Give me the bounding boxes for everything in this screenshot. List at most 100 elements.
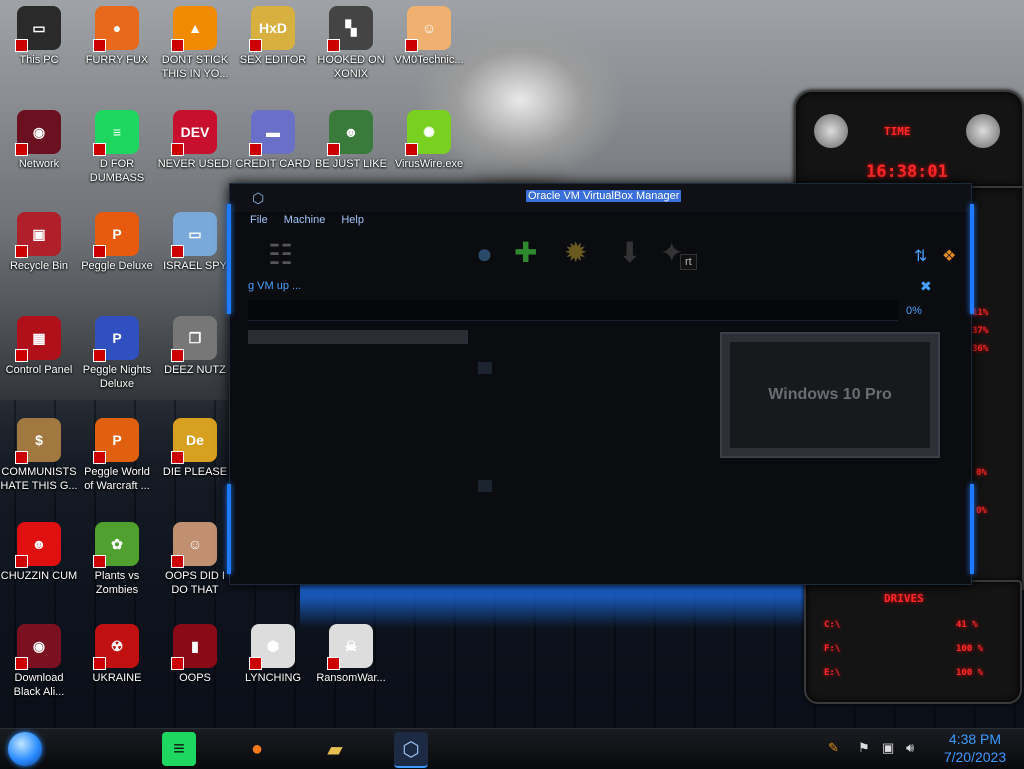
menu-bar: File Machine Help — [250, 214, 364, 226]
shortcut-badge-icon — [327, 143, 340, 156]
shortcut-badge-icon — [171, 657, 184, 670]
desktop-icon[interactable]: De DIE PLEASE — [156, 418, 234, 479]
desktop-icon[interactable]: ☺ VM0Technic... — [390, 6, 468, 67]
tools-icon[interactable]: ☷ — [268, 238, 293, 271]
taskbar: ≡ ● ▰ ⬡ ✎ ⚑ ▣ 🔊︎ 4:38 PM 7/20/2023 — [0, 728, 1024, 769]
desktop-icon[interactable]: DEV NEVER USED! — [156, 110, 234, 171]
toolbar: ☷ ● ✚ ✹ ⬇ ✦ rt ⇅ ❖ — [250, 234, 956, 278]
desktop-icon[interactable]: ☠ RansomWar... — [312, 624, 390, 685]
machine-tools-icon[interactable]: ❖ — [942, 246, 956, 266]
desktop-icon[interactable]: ☻ BE JUST LIKE — [312, 110, 390, 171]
desktop-icon[interactable]: ▲ DONT STICK THIS IN YO... — [156, 6, 234, 81]
virtualbox-cube-icon: ⬡ — [252, 190, 265, 206]
desktop-icon[interactable]: ❐ DEEZ NUTZ — [156, 316, 234, 377]
window-titlebar[interactable]: ⬡ Oracle VM VirtualBox Manager — [230, 184, 971, 212]
shortcut-badge-icon — [15, 657, 28, 670]
drive-value: 100 % — [956, 644, 984, 654]
desktop-icon-label: Network — [18, 158, 60, 170]
time-label: TIME — [884, 125, 911, 138]
tray-flag-icon[interactable]: ⚑ — [858, 740, 870, 756]
desktop-icon[interactable]: ◉ Download Black Ali... — [0, 624, 78, 699]
app-icon: ☻ — [15, 522, 61, 568]
app-icon: ▭ — [15, 6, 61, 52]
drive-label: F:\ — [824, 644, 841, 654]
app-icon: ≡ — [93, 110, 139, 156]
app-icon: DEV — [171, 110, 217, 156]
shortcut-badge-icon — [93, 657, 106, 670]
shortcut-badge-icon — [171, 555, 184, 568]
window-edge-right — [970, 204, 974, 314]
desktop-icon[interactable]: ☻ CHUZZIN CUM — [0, 522, 78, 583]
sort-icon[interactable]: ⇅ — [914, 246, 927, 266]
shortcut-badge-icon — [249, 657, 262, 670]
menu-file[interactable]: File — [250, 214, 268, 226]
app-icon: ☻ — [327, 110, 373, 156]
desktop-icon[interactable]: $ COMMUNISTS HATE THIS G... — [0, 418, 78, 493]
desktop-icon-label: DIE PLEASE — [162, 466, 228, 478]
app-icon: ▭ — [171, 212, 217, 258]
virtualbox-taskbar-icon[interactable]: ⬡ — [394, 732, 428, 768]
stat-value: 0% — [976, 506, 987, 516]
desktop-icon-label: VirusWire.exe — [394, 158, 464, 170]
progress-bar — [248, 300, 898, 321]
network-icon[interactable]: ▣ — [882, 740, 894, 756]
settings-icon[interactable]: ● — [476, 238, 493, 270]
desktop-icon[interactable]: ● FURRY FUX — [78, 6, 156, 67]
tray-app-icon[interactable]: ✎ — [828, 740, 839, 756]
app-icon: ▦ — [15, 316, 61, 362]
shortcut-badge-icon — [93, 349, 106, 362]
shortcut-badge-icon — [405, 39, 418, 52]
desktop-icon[interactable]: ✺ VirusWire.exe — [390, 110, 468, 171]
desktop-icon[interactable]: ▬ CREDIT CARD — [234, 110, 312, 171]
shortcut-badge-icon — [171, 349, 184, 362]
progress-percent: 0% — [906, 305, 922, 317]
discard-icon[interactable]: ⬇ — [618, 236, 641, 269]
shortcut-badge-icon — [327, 657, 340, 670]
desktop-icon-label: This PC — [19, 54, 59, 66]
desktop-icon-label: Recycle Bin — [9, 260, 69, 272]
desktop-icon-label: CHUZZIN CUM — [0, 570, 78, 582]
app-icon: ◉ — [15, 624, 61, 670]
menu-machine[interactable]: Machine — [284, 214, 326, 226]
app-icon: ☠ — [327, 624, 373, 670]
desktop-icon[interactable]: ▭ ISRAEL SPY — [156, 212, 234, 273]
desktop-icon[interactable]: P Peggle World of Warcraft ... — [78, 418, 156, 493]
app-icon: ▣ — [15, 212, 61, 258]
desktop-icon[interactable]: ▭ This PC — [0, 6, 78, 67]
desktop-icon[interactable]: ≡ D FOR DUMBASS — [78, 110, 156, 185]
desktop-icon[interactable]: P Peggle Nights Deluxe — [78, 316, 156, 391]
start-button[interactable] — [8, 732, 42, 766]
vm-list-item[interactable] — [248, 330, 468, 344]
desktop-icon[interactable]: ☢ UKRAINE — [78, 624, 156, 685]
desktop-icon[interactable]: ☺ OOPS DID I DO THAT — [156, 522, 234, 597]
shortcut-badge-icon — [15, 555, 28, 568]
desktop-icon-label: NEVER USED! — [157, 158, 233, 170]
firefox-icon[interactable]: ● — [240, 732, 274, 766]
spotify-icon[interactable]: ≡ — [162, 732, 196, 766]
taskbar-clock[interactable]: 4:38 PM 7/20/2023 — [930, 730, 1020, 766]
desktop-icon[interactable]: P Peggle Deluxe — [78, 212, 156, 273]
new-vm-icon[interactable]: ✚ — [514, 236, 537, 269]
desktop-icon-label: Peggle Deluxe — [81, 260, 153, 272]
app-icon: ▲ — [171, 6, 217, 52]
gear-icon[interactable]: ✹ — [564, 236, 587, 269]
desktop-icon[interactable]: ▦ Control Panel — [0, 316, 78, 377]
desktop-icon-label: HOOKED ON XONIX — [317, 54, 385, 80]
app-icon: ☺ — [405, 6, 451, 52]
alien-head-icon — [966, 114, 1000, 148]
menu-help[interactable]: Help — [341, 214, 364, 226]
volume-icon[interactable]: 🔊︎ — [906, 740, 914, 756]
file-explorer-icon[interactable]: ▰ — [318, 732, 352, 766]
app-icon: ◉ — [15, 110, 61, 156]
shortcut-badge-icon — [171, 39, 184, 52]
desktop-icon[interactable]: ◉ Network — [0, 110, 78, 171]
desktop-icon[interactable]: ▚ HOOKED ON XONIX — [312, 6, 390, 81]
desktop-icon[interactable]: ▮ OOPS — [156, 624, 234, 685]
desktop-icon[interactable]: ▣ Recycle Bin — [0, 212, 78, 273]
desktop-icon[interactable]: ✿ Plants vs Zombies — [78, 522, 156, 597]
virtualbox-manager-window[interactable]: ⬡ Oracle VM VirtualBox Manager File Mach… — [227, 183, 974, 585]
desktop-icon[interactable]: ⬢ LYNCHING — [234, 624, 312, 685]
close-progress-icon[interactable]: ✖ — [920, 278, 932, 295]
desktop-icon[interactable]: HxD SEX EDITOR — [234, 6, 312, 67]
alien-head-icon — [814, 114, 848, 148]
